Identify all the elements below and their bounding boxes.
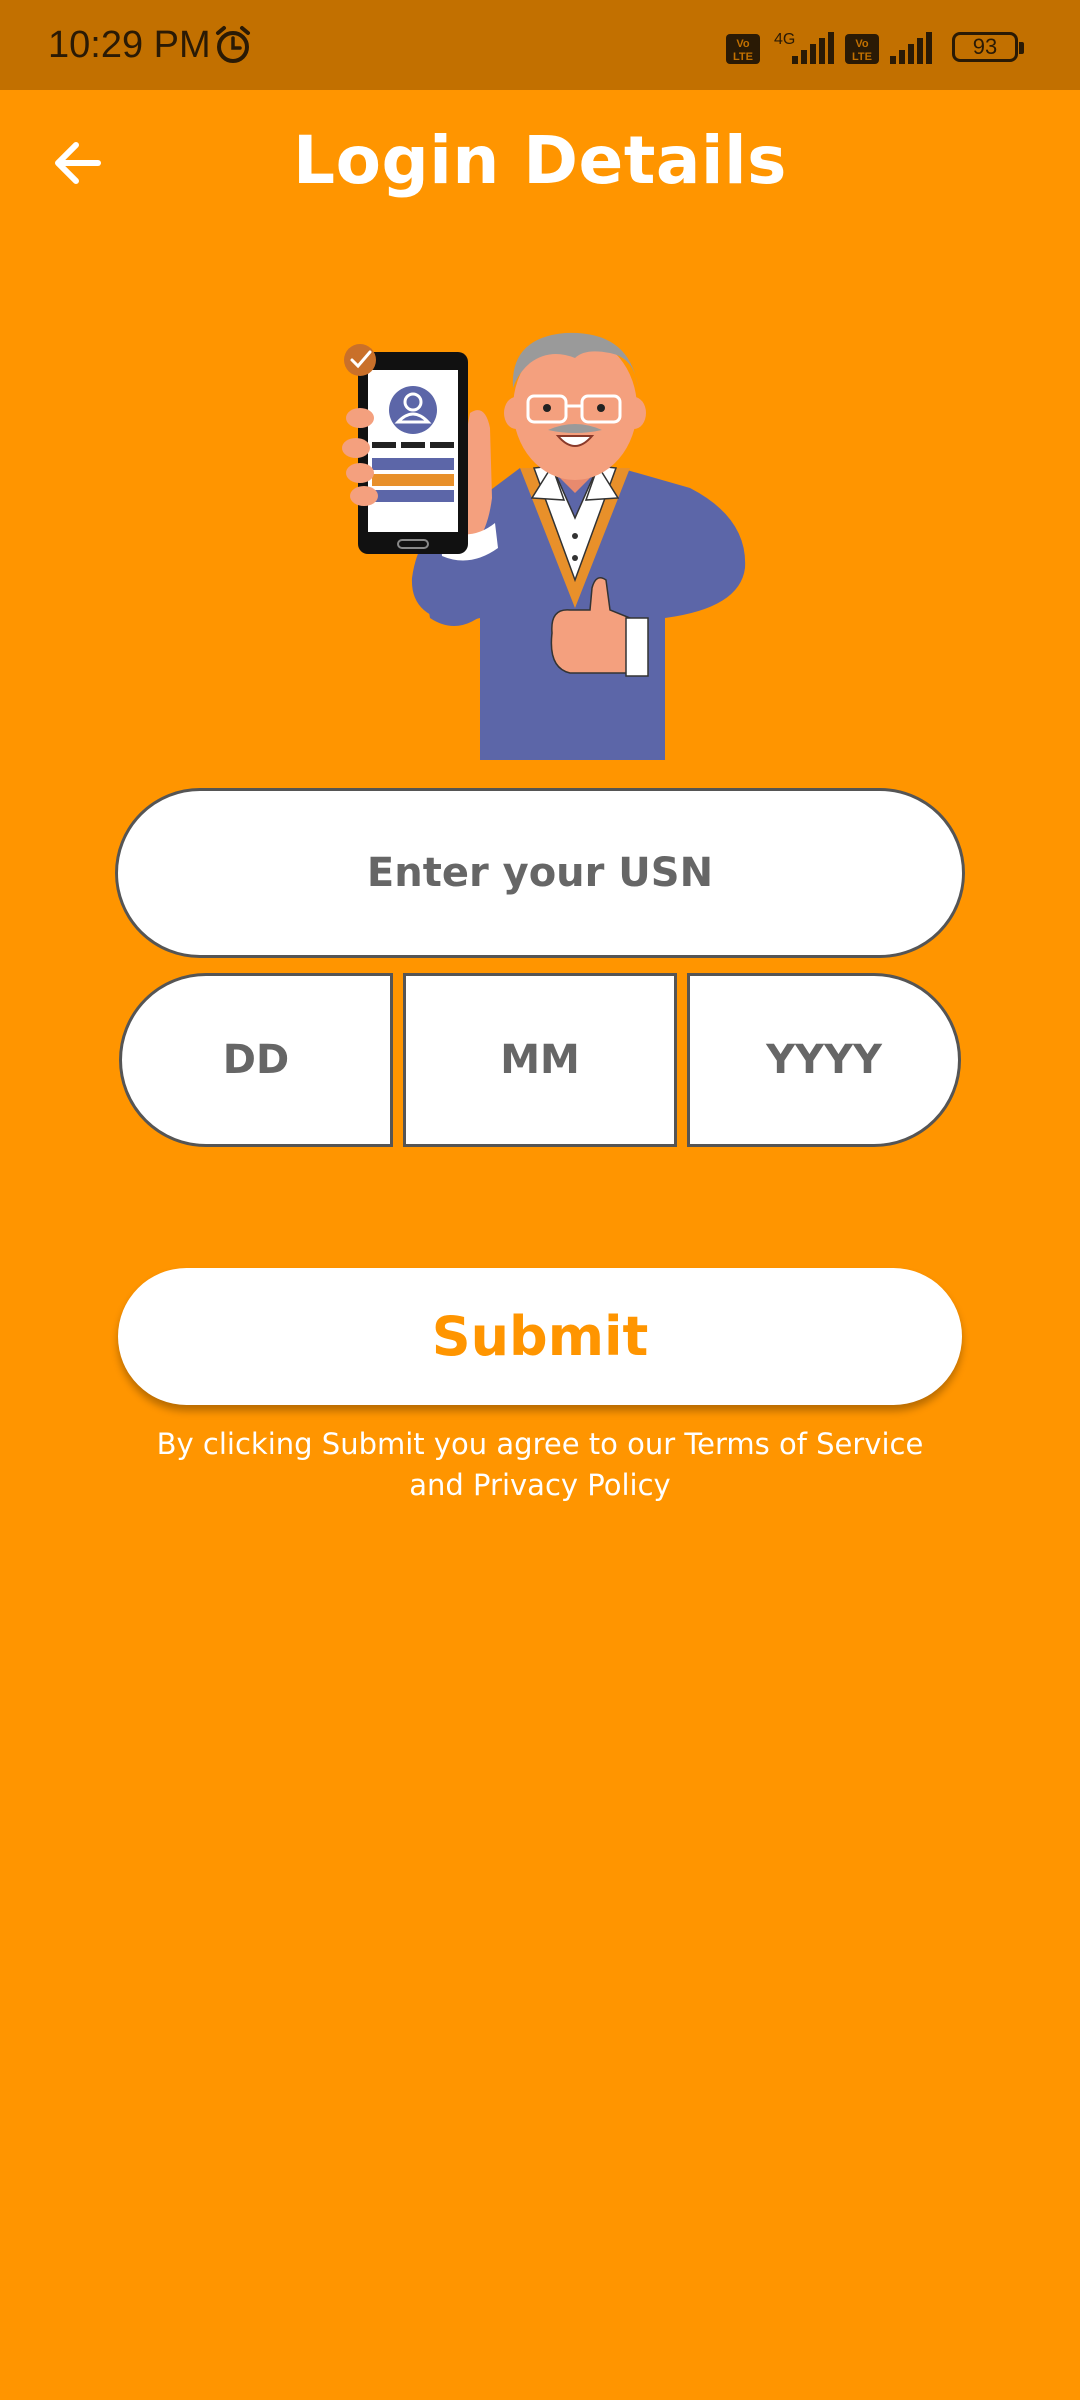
dob-month-field[interactable]	[403, 973, 677, 1147]
volte-icon: Vo LTE	[845, 34, 879, 64]
dob-day-field[interactable]	[119, 973, 393, 1147]
elderly-man-holding-phone-illustration	[342, 332, 746, 760]
terms-line-2: and Privacy Policy	[409, 1468, 671, 1502]
dob-month-input[interactable]	[417, 1036, 663, 1084]
svg-text:Vo: Vo	[855, 38, 869, 50]
alarm-icon	[216, 26, 250, 63]
terms-notice: By clicking Submit you agree to our Term…	[140, 1424, 940, 1506]
dob-day-input[interactable]	[133, 1036, 379, 1084]
dob-year-input[interactable]	[701, 1036, 947, 1084]
volte-icon: Vo LTE	[726, 34, 760, 64]
status-time: 10:29 PM	[48, 24, 211, 66]
svg-text:LTE: LTE	[733, 51, 753, 63]
terms-line-1: By clicking Submit you agree to our Term…	[156, 1427, 924, 1461]
submit-button[interactable]: Submit	[118, 1268, 962, 1405]
signal-icon	[890, 32, 932, 64]
usn-input[interactable]	[158, 849, 922, 897]
4g-signal-icon: 4G	[774, 31, 834, 64]
svg-text:Vo: Vo	[736, 38, 750, 50]
battery-icon: 93	[952, 32, 1024, 62]
usn-field[interactable]	[115, 788, 965, 958]
status-bar: 10:29 PM Vo LTE 4G Vo LTE 93	[0, 0, 1080, 90]
svg-text:LTE: LTE	[852, 51, 872, 63]
svg-text:4G: 4G	[774, 31, 795, 48]
page-title: Login Details	[293, 122, 787, 199]
dob-year-field[interactable]	[687, 973, 961, 1147]
